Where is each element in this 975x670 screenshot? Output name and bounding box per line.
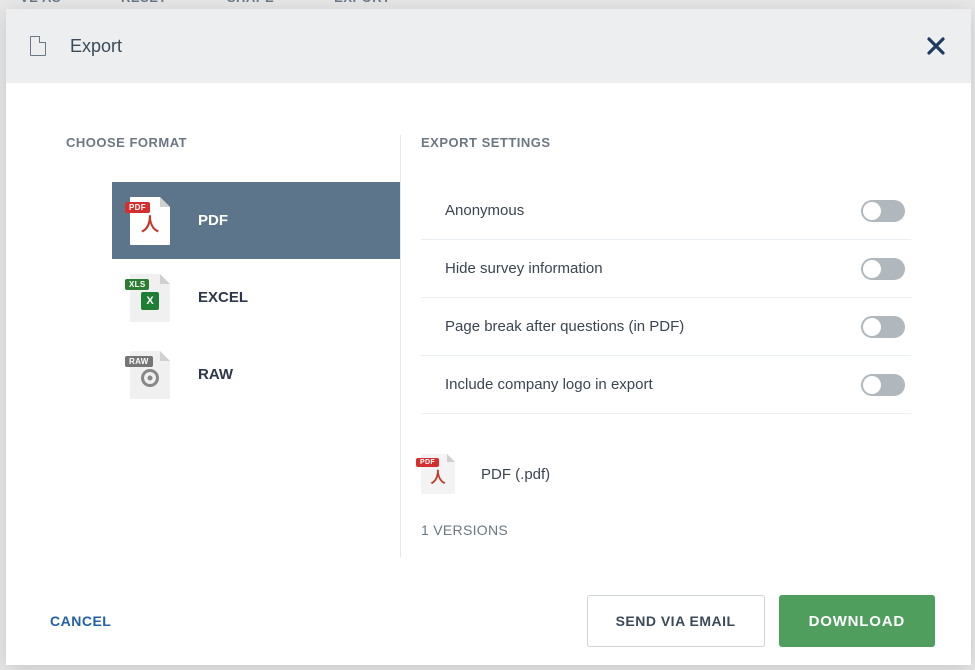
toggle-anonymous[interactable]: [861, 200, 905, 222]
raw-badge: RAW: [125, 356, 153, 367]
export-settings-heading: EXPORT SETTINGS: [421, 135, 911, 150]
format-option-excel[interactable]: XLS X EXCEL: [112, 259, 400, 336]
close-icon: [927, 37, 945, 55]
pdf-badge: PDF: [416, 458, 439, 467]
close-button[interactable]: [921, 31, 951, 61]
export-settings-panel: EXPORT SETTINGS Anonymous Hide survey in…: [421, 135, 911, 557]
setting-anonymous: Anonymous: [421, 182, 911, 240]
modal-title: Export: [70, 36, 122, 57]
xls-badge: XLS: [125, 279, 149, 290]
download-button[interactable]: DOWNLOAD: [779, 595, 935, 647]
aperture-icon: [141, 369, 159, 387]
format-label: RAW: [198, 366, 233, 383]
modal-footer: CANCEL SEND VIA EMAIL DOWNLOAD: [6, 577, 971, 665]
versions-label: 1 VERSIONS: [421, 522, 911, 538]
document-icon: [30, 36, 46, 56]
pdf-file-icon: PDF 人: [130, 197, 170, 245]
settings-list: Anonymous Hide survey information Page b…: [421, 182, 911, 414]
format-list: PDF 人 PDF XLS X EXCEL: [112, 182, 400, 413]
choose-format-heading: CHOOSE FORMAT: [66, 135, 400, 150]
selected-file-icon: PDF 人: [421, 454, 455, 494]
excel-glyph-icon: X: [141, 292, 159, 310]
raw-file-icon: RAW: [130, 351, 170, 399]
setting-label: Page break after questions (in PDF): [445, 318, 684, 335]
export-modal: Export CHOOSE FORMAT PDF 人 PDF: [6, 9, 971, 665]
toggle-hide-survey-info[interactable]: [861, 258, 905, 280]
setting-label: Include company logo in export: [445, 376, 653, 393]
format-label: EXCEL: [198, 289, 248, 306]
setting-label: Anonymous: [445, 202, 524, 219]
format-option-pdf[interactable]: PDF 人 PDF: [112, 182, 400, 259]
pdf-glyph-icon: 人: [430, 467, 445, 488]
format-option-raw[interactable]: RAW RAW: [112, 336, 400, 413]
modal-body: CHOOSE FORMAT PDF 人 PDF XLS: [6, 83, 971, 577]
toggle-page-break[interactable]: [861, 316, 905, 338]
setting-label: Hide survey information: [445, 260, 603, 277]
setting-page-break: Page break after questions (in PDF): [421, 298, 911, 356]
send-via-email-button[interactable]: SEND VIA EMAIL: [587, 595, 765, 647]
excel-file-icon: XLS X: [130, 274, 170, 322]
setting-hide-survey-info: Hide survey information: [421, 240, 911, 298]
choose-format-panel: CHOOSE FORMAT PDF 人 PDF XLS: [66, 135, 401, 557]
pdf-glyph-icon: 人: [141, 211, 159, 237]
format-label: PDF: [198, 212, 228, 229]
selected-file-summary: PDF 人 PDF (.pdf): [421, 454, 911, 494]
toggle-include-logo[interactable]: [861, 374, 905, 396]
cancel-button[interactable]: CANCEL: [50, 613, 111, 629]
modal-header: Export: [6, 9, 971, 83]
selected-file-label: PDF (.pdf): [481, 466, 550, 483]
setting-include-logo: Include company logo in export: [421, 356, 911, 414]
